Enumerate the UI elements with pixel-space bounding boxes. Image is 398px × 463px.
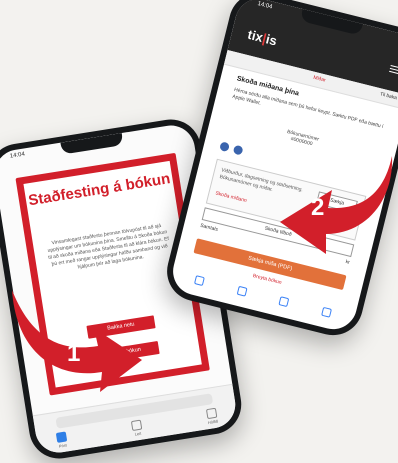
tab-label: Leit	[134, 430, 142, 437]
share-icon[interactable]	[236, 285, 248, 297]
inbox-icon	[205, 407, 218, 420]
tab-label: Hólfið	[207, 418, 219, 426]
confirmation-text: Vinsamlegast staðfestu þennan tölvupóst …	[47, 223, 170, 271]
subnav-tickets[interactable]: Miðar	[313, 75, 327, 84]
total-label: Samtals	[199, 222, 219, 233]
subnav-back[interactable]: Til baka	[379, 91, 397, 101]
status-time: 14:04	[9, 151, 26, 160]
notch	[60, 133, 124, 155]
back-icon[interactable]	[193, 275, 205, 287]
page-title: Staðfesting á bókun	[27, 170, 172, 210]
bookmark-icon[interactable]	[278, 296, 290, 308]
logo-suffix: is	[264, 31, 279, 49]
hamburger-menu-icon[interactable]	[389, 64, 398, 76]
mail-icon	[55, 431, 68, 443]
arrow-two	[280, 156, 393, 254]
facebook-icon[interactable]	[219, 141, 231, 153]
search-icon	[130, 419, 143, 432]
tix-logo[interactable]: tix|is	[246, 27, 278, 49]
share-icon[interactable]	[232, 144, 244, 156]
tab-label: Póst	[58, 442, 68, 449]
arrow-two-number: 2	[311, 194, 325, 221]
total-value: kr	[344, 259, 351, 266]
status-time: 14:04	[256, 1, 273, 11]
arrow-one-number: 1	[67, 340, 81, 367]
arrow-two-shape	[280, 156, 393, 254]
tab-mail[interactable]: Póst	[46, 430, 78, 450]
social-icons	[219, 141, 244, 156]
view-ticket-link[interactable]: Skoða miðann	[215, 190, 247, 204]
tab-inbox[interactable]: Hólfið	[196, 406, 228, 426]
tab-search[interactable]: Leit	[121, 418, 153, 438]
tabs-icon[interactable]	[321, 306, 332, 318]
